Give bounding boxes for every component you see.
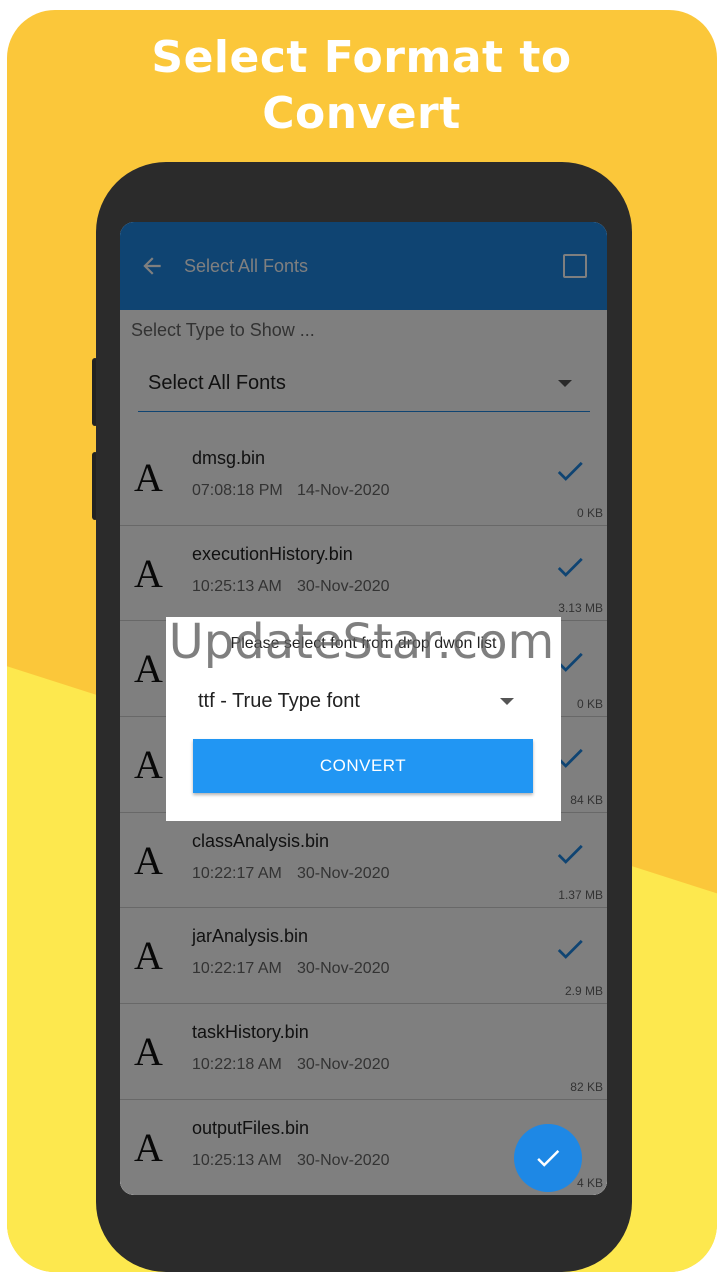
watermark: UpdateStar.com	[168, 614, 555, 670]
check-icon	[537, 1150, 560, 1167]
promo-headline: Select Format to Convert	[0, 30, 723, 142]
confirm-fab[interactable]	[514, 1124, 582, 1192]
headline-line-2: Convert	[262, 88, 461, 139]
format-selected: ttf - True Type font	[198, 689, 360, 712]
chevron-down-icon	[500, 697, 514, 705]
headline-line-1: Select Format to	[151, 32, 572, 83]
format-dropdown[interactable]: ttf - True Type font	[198, 683, 528, 719]
convert-button[interactable]: CONVERT	[193, 739, 533, 793]
